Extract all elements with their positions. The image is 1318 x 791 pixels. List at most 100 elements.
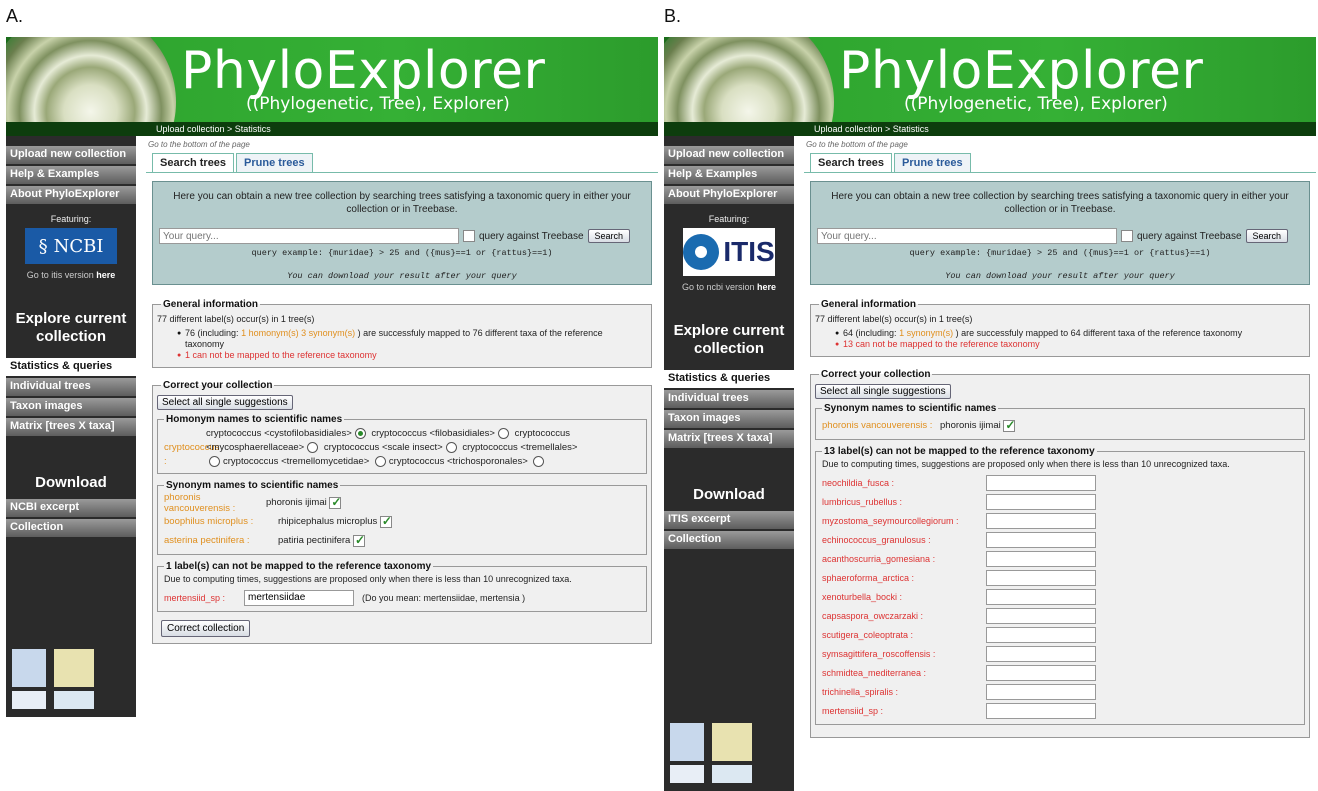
- unmapped-row: schmidtea_mediterranea :: [822, 663, 1298, 682]
- sidebar-item-individual-trees[interactable]: Individual trees: [6, 378, 136, 396]
- nautilus-shell-logo: [6, 37, 176, 122]
- unmapped-legend: 1 label(s) can not be mapped to the refe…: [166, 561, 432, 572]
- unmapped-input[interactable]: [986, 569, 1096, 586]
- unmapped-name: sphaeroforma_arctica :: [822, 572, 915, 583]
- treebase-checkbox[interactable]: [463, 230, 475, 242]
- unmapped-legend: 13 label(s) can not be mapped to the ref…: [824, 446, 1095, 457]
- sidebar-item-ncbi-excerpt[interactable]: NCBI excerpt: [6, 499, 136, 517]
- unmapped-input[interactable]: [986, 550, 1096, 567]
- unmapped-input[interactable]: [986, 531, 1096, 548]
- synonym-name: phoronis vancouverensis :: [164, 491, 236, 514]
- goto-bottom-link[interactable]: Go to the bottom of the page: [806, 140, 1316, 149]
- sidebar-item-statistics[interactable]: Statistics & queries: [6, 358, 136, 376]
- homonym-radio[interactable]: [533, 455, 545, 467]
- unmapped-input[interactable]: [986, 493, 1096, 510]
- synonym-value: phoronis ijimai: [266, 497, 327, 508]
- panel-a-letter: A.: [6, 6, 24, 26]
- synonym-checkbox[interactable]: [353, 533, 365, 547]
- ncbi-logo[interactable]: § NCBI: [25, 228, 117, 264]
- app-title: PhyloExplorer: [839, 41, 1204, 101]
- breadcrumb-text[interactable]: Upload collection > Statistics: [156, 124, 271, 134]
- unmapped-section: 1 label(s) can not be mapped to the refe…: [157, 561, 647, 612]
- tab-search-trees[interactable]: Search trees: [152, 153, 235, 172]
- unmapped-input[interactable]: [986, 702, 1096, 719]
- download-title: Download: [35, 474, 107, 491]
- unmapped-row: trichinella_spiralis :: [822, 682, 1298, 701]
- flower-icon: [683, 234, 720, 270]
- synonym-checkbox[interactable]: [329, 495, 341, 509]
- sidebar-item-upload[interactable]: Upload new collection: [664, 146, 794, 164]
- sidebar-item-collection[interactable]: Collection: [6, 519, 136, 537]
- switch-version-link[interactable]: Go to itis version here: [6, 270, 136, 280]
- synonym-checkbox[interactable]: [379, 514, 392, 528]
- sidebar-item-matrix[interactable]: Matrix [trees X taxa]: [664, 430, 794, 448]
- correct-legend: Correct your collection: [821, 369, 931, 380]
- unmapped-input[interactable]: [986, 512, 1096, 529]
- query-input[interactable]: [159, 228, 459, 244]
- mapped-count: 76 (including: 1 homonym(s) 3 synonym(s)…: [177, 328, 643, 350]
- sidebar-item-taxon-images[interactable]: Taxon images: [6, 398, 136, 416]
- homonym-radio[interactable]: [354, 427, 366, 439]
- unmapped-input[interactable]: [986, 607, 1096, 624]
- mapped-highlight[interactable]: 1 homonym(s) 3 synonym(s): [241, 328, 355, 338]
- unmapped-input[interactable]: [986, 664, 1096, 681]
- sidebar-item-matrix[interactable]: Matrix [trees X taxa]: [6, 418, 136, 436]
- query-input[interactable]: [817, 228, 1117, 244]
- homonym-radio[interactable]: [497, 427, 509, 439]
- homonym-legend: Homonym names to scientific names: [166, 414, 343, 425]
- treebase-checkbox[interactable]: [1121, 230, 1133, 242]
- mapped-highlight[interactable]: 1 synonym(s): [899, 328, 953, 338]
- breadcrumb-text[interactable]: Upload collection > Statistics: [814, 124, 929, 134]
- sidebar: Upload new collection Help & Examples Ab…: [664, 136, 794, 791]
- um2-logo: [712, 765, 752, 783]
- sidebar-item-itis-excerpt[interactable]: ITIS excerpt: [664, 511, 794, 529]
- tab-prune-trees[interactable]: Prune trees: [236, 153, 313, 172]
- homonym-radio[interactable]: [374, 455, 386, 467]
- homonym-radio[interactable]: [209, 455, 220, 467]
- sidebar-item-about[interactable]: About PhyloExplorer: [6, 186, 136, 204]
- sidebar-item-help[interactable]: Help & Examples: [6, 166, 136, 184]
- switch-version-here[interactable]: here: [757, 282, 776, 292]
- unmapped-input[interactable]: [244, 589, 354, 606]
- search-button[interactable]: Search: [1245, 229, 1289, 243]
- synonym-row: boophilus microplus : rhipicephalus micro…: [164, 512, 640, 531]
- sidebar-item-individual-trees[interactable]: Individual trees: [664, 390, 794, 408]
- switch-version-link[interactable]: Go to ncbi version here: [664, 282, 794, 292]
- select-all-button[interactable]: Select all single suggestions: [815, 384, 951, 399]
- sidebar-item-help[interactable]: Help & Examples: [664, 166, 794, 184]
- unmapped-input[interactable]: [986, 588, 1096, 605]
- correct-collection-button[interactable]: Correct collection: [161, 620, 251, 637]
- goto-bottom-link[interactable]: Go to the bottom of the page: [148, 140, 658, 149]
- tab-search-trees[interactable]: Search trees: [810, 153, 893, 172]
- homonym-radio[interactable]: [445, 441, 457, 453]
- unmapped-input[interactable]: [986, 645, 1096, 662]
- homonym-option-label: cryptococcus <filobasidiales>: [371, 428, 495, 439]
- sidebar-item-statistics[interactable]: Statistics & queries: [664, 370, 794, 388]
- unmapped-count[interactable]: 1 can not be mapped to the reference tax…: [177, 350, 643, 361]
- tab-prune-trees[interactable]: Prune trees: [894, 153, 971, 172]
- synonym-checkbox[interactable]: [1003, 418, 1015, 432]
- unmapped-input[interactable]: [986, 474, 1096, 491]
- sidebar-item-taxon-images[interactable]: Taxon images: [664, 410, 794, 428]
- switch-version-here[interactable]: here: [96, 270, 115, 280]
- homonym-option-label: cryptococcus <trichosporonales>: [388, 456, 528, 467]
- homonym-options: cryptococcus <cystofilobasidiales> crypt…: [206, 427, 640, 469]
- unmapped-input[interactable]: [986, 683, 1096, 700]
- sidebar-item-collection[interactable]: Collection: [664, 531, 794, 549]
- isem-logo: [712, 723, 752, 761]
- homonym-radio[interactable]: [307, 441, 319, 453]
- sidebar-item-upload[interactable]: Upload new collection: [6, 146, 136, 164]
- sidebar-item-about[interactable]: About PhyloExplorer: [664, 186, 794, 204]
- select-all-button[interactable]: Select all single suggestions: [157, 395, 293, 410]
- unmapped-count[interactable]: 13 can not be mapped to the reference ta…: [835, 339, 1301, 350]
- search-button[interactable]: Search: [587, 229, 631, 243]
- unmapped-name: echinococcus_granulosus :: [822, 534, 931, 545]
- general-information: General information 77 different label(s…: [152, 299, 652, 368]
- unmapped-row: neochildia_fusca :: [822, 473, 1298, 492]
- mapped-suffix: ) are successfuly mapped to 64 different…: [955, 328, 1243, 338]
- query-example: query example: {muridae} > 25 and ({mus}…: [251, 248, 553, 258]
- search-panel: Here you can obtain a new tree collectio…: [810, 181, 1310, 285]
- switch-version-text: Go to ncbi version: [681, 282, 755, 292]
- unmapped-input[interactable]: [986, 626, 1096, 643]
- itis-logo[interactable]: ITIS: [683, 228, 775, 276]
